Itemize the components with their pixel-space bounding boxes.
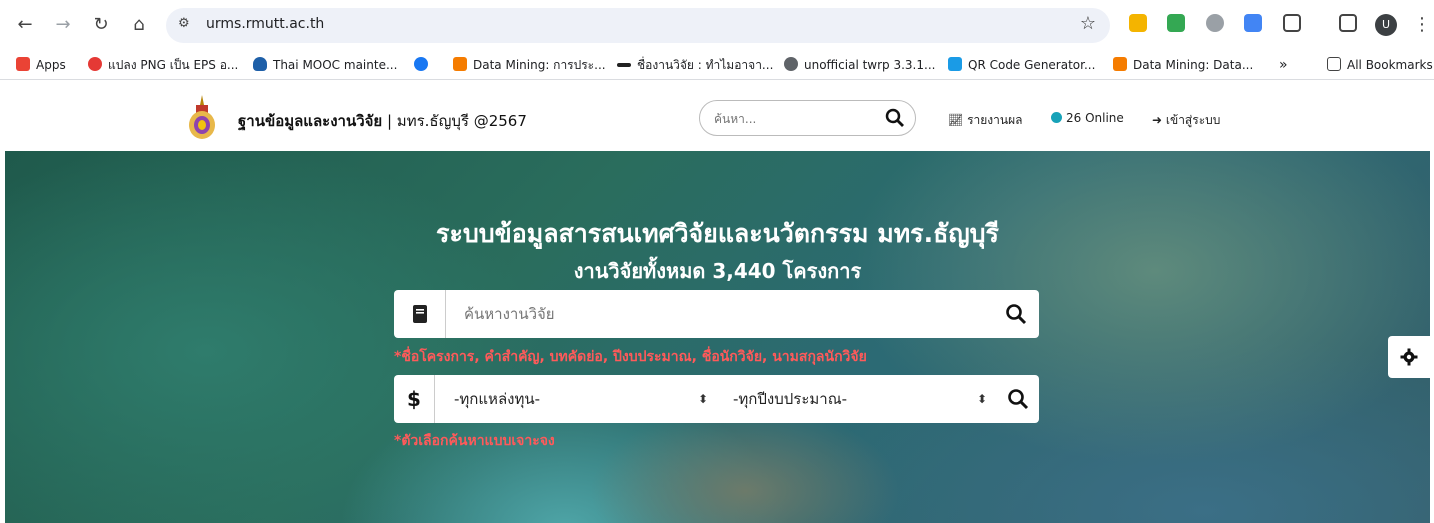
fiscal-year-select[interactable]: -ทุกปีงบประมาณ- ⬍ — [733, 375, 987, 423]
blogger-icon — [1113, 57, 1127, 71]
profile-avatar[interactable]: U — [1375, 14, 1397, 36]
browser-toolbar: ← → ↻ ⌂ ⚙ urms.rmutt.ac.th ☆ U ⋮ — [0, 0, 1434, 50]
dots-icon — [617, 63, 631, 67]
chart-line-icon: 📈︎ — [948, 113, 964, 127]
hero-banner: ระบบข้อมูลสารสนเทศวิจัยและนวัตกรรม มทร.ธ… — [5, 151, 1430, 523]
grammar-extension-icon[interactable] — [1206, 14, 1224, 32]
back-arrow-icon[interactable]: ← — [13, 13, 37, 37]
translate-icon[interactable] — [1244, 14, 1262, 32]
bookmark-item[interactable]: Data Mining: การประ... — [453, 56, 606, 74]
mooc-icon — [253, 57, 267, 71]
bookmark-item[interactable]: แปลง PNG เป็น EPS อ... — [88, 56, 238, 74]
site-header: ฐานข้อมูลและงานวิจัย | มทร.ธัญบุรี @2567… — [0, 85, 1430, 151]
online-status-icon — [1051, 112, 1062, 123]
fund-source-select[interactable]: -ทุกแหล่งทุน- ⬍ — [454, 375, 708, 423]
research-search — [394, 290, 1039, 338]
convert-icon — [88, 57, 102, 71]
header-search — [699, 100, 916, 136]
folder-icon — [1327, 57, 1341, 71]
blogger-icon — [453, 57, 467, 71]
bookmarks-bar: Apps แปลง PNG เป็น EPS อ... Thai MOOC ma… — [0, 50, 1434, 80]
filter-search: $ -ทุกแหล่งทุน- ⬍ -ทุกปีงบประมาณ- ⬍ — [394, 375, 1039, 423]
side-panel-icon[interactable] — [1339, 14, 1357, 32]
online-count: 26 Online — [1051, 111, 1124, 125]
extension-icon[interactable] — [1129, 14, 1147, 32]
search-icon[interactable] — [1007, 388, 1029, 410]
site-title[interactable]: ฐานข้อมูลและงานวิจัย | มทร.ธัญบุรี @2567 — [238, 109, 527, 133]
select-caret-icon: ⬍ — [697, 392, 708, 406]
reload-icon[interactable]: ↻ — [89, 13, 113, 37]
bookmark-item[interactable]: Apps — [16, 56, 66, 74]
bookmark-item[interactable]: Data Mining: Data... — [1113, 56, 1253, 74]
bookmark-item[interactable]: unofficial twrp 3.3.1... — [784, 56, 935, 74]
gear-icon — [1400, 348, 1418, 366]
home-icon[interactable]: ⌂ — [127, 13, 151, 37]
forward-arrow-icon[interactable]: → — [51, 13, 75, 37]
qr-icon — [948, 57, 962, 71]
search-prefix — [394, 290, 446, 338]
extensions-puzzle-icon[interactable] — [1283, 14, 1301, 32]
research-search-input[interactable] — [464, 303, 964, 325]
globe-icon — [784, 57, 798, 71]
header-search-input[interactable] — [714, 109, 874, 129]
report-link[interactable]: 📈︎ รายงานผล — [948, 111, 1022, 130]
address-bar[interactable]: ⚙ urms.rmutt.ac.th ☆ — [166, 8, 1110, 43]
kebab-menu-icon[interactable]: ⋮ — [1410, 13, 1434, 37]
all-bookmarks[interactable]: All Bookmarks — [1327, 56, 1433, 74]
search-icon[interactable] — [885, 108, 905, 128]
hero-title: ระบบข้อมูลสารสนเทศวิจัยและนวัตกรรม มทร.ธ… — [436, 219, 999, 248]
hero-subtitle: งานวิจัยทั้งหมด 3,440 โครงการ — [573, 259, 862, 283]
url-text[interactable]: urms.rmutt.ac.th — [206, 16, 324, 32]
bookmark-item[interactable] — [414, 56, 434, 74]
bookmark-item[interactable]: ชื่องานวิจัย : ทำไมอาจา... — [617, 56, 773, 74]
bookmark-item[interactable]: Thai MOOC mainte... — [253, 56, 397, 74]
bookmark-item[interactable]: QR Code Generator... — [948, 56, 1095, 74]
google-drive-icon[interactable] — [1167, 14, 1185, 32]
site-info-icon[interactable]: ⚙ — [178, 16, 190, 31]
search-icon[interactable] — [1005, 303, 1027, 325]
bookmark-star-icon[interactable]: ☆ — [1080, 13, 1096, 34]
search-hint: *ชื่อโครงการ, คำสำคัญ, บทคัดย่อ, ปีงบประ… — [394, 349, 867, 365]
select-caret-icon: ⬍ — [976, 392, 987, 406]
apps-grid-icon — [16, 57, 30, 71]
login-link[interactable]: ➜ เข้าสู่ระบบ — [1152, 111, 1220, 130]
sign-in-icon: ➜ — [1152, 113, 1163, 127]
more-bookmarks-icon[interactable]: » — [1279, 56, 1288, 74]
facebook-icon — [414, 57, 428, 71]
currency-icon: $ — [394, 375, 435, 423]
settings-button[interactable] — [1388, 336, 1430, 378]
filter-hint: *ตัวเลือกค้นหาแบบเจาะจง — [394, 433, 555, 449]
book-icon — [413, 305, 427, 323]
university-logo[interactable] — [188, 95, 216, 141]
